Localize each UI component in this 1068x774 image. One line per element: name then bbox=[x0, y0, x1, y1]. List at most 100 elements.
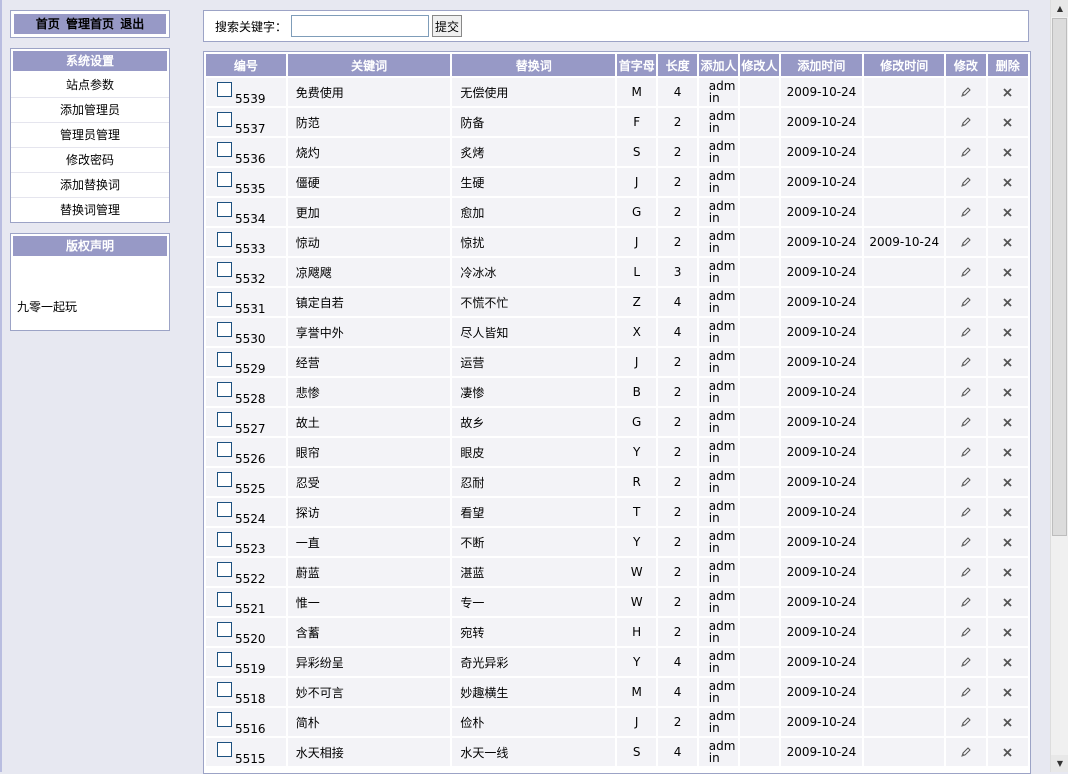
sidebar-item-add-admin[interactable]: 添加管理员 bbox=[11, 98, 169, 123]
cell-edit[interactable] bbox=[946, 348, 986, 376]
row-checkbox[interactable] bbox=[217, 712, 232, 727]
pencil-icon[interactable] bbox=[946, 416, 985, 428]
cell-delete[interactable] bbox=[987, 648, 1028, 676]
row-checkbox[interactable] bbox=[217, 82, 232, 97]
sidebar-item-admin-manage[interactable]: 管理员管理 bbox=[11, 123, 169, 148]
cell-delete[interactable] bbox=[987, 78, 1028, 106]
cell-delete[interactable] bbox=[987, 378, 1028, 406]
x-icon[interactable] bbox=[988, 627, 1028, 638]
x-icon[interactable] bbox=[988, 687, 1028, 698]
cell-edit[interactable] bbox=[946, 138, 986, 166]
pencil-icon[interactable] bbox=[946, 596, 985, 608]
cell-delete[interactable] bbox=[987, 228, 1028, 256]
cell-delete[interactable] bbox=[987, 618, 1028, 646]
x-icon[interactable] bbox=[988, 327, 1028, 338]
pencil-icon[interactable] bbox=[946, 446, 985, 458]
pencil-icon[interactable] bbox=[946, 386, 985, 398]
cell-edit[interactable] bbox=[946, 198, 986, 226]
sidebar-item-add-replace-word[interactable]: 添加替换词 bbox=[11, 173, 169, 198]
pencil-icon[interactable] bbox=[946, 296, 985, 308]
x-icon[interactable] bbox=[988, 177, 1028, 188]
cell-delete[interactable] bbox=[987, 588, 1028, 616]
pencil-icon[interactable] bbox=[946, 266, 985, 278]
page-scrollbar[interactable]: ▲ ▼ bbox=[1050, 0, 1068, 772]
row-checkbox[interactable] bbox=[217, 622, 232, 637]
x-icon[interactable] bbox=[988, 237, 1028, 248]
cell-edit[interactable] bbox=[946, 558, 986, 586]
pencil-icon[interactable] bbox=[946, 626, 985, 638]
cell-edit[interactable] bbox=[946, 498, 986, 526]
x-icon[interactable] bbox=[988, 447, 1028, 458]
row-checkbox[interactable] bbox=[217, 352, 232, 367]
cell-edit[interactable] bbox=[946, 678, 986, 706]
cell-edit[interactable] bbox=[946, 468, 986, 496]
row-checkbox[interactable] bbox=[217, 532, 232, 547]
row-checkbox[interactable] bbox=[217, 202, 232, 217]
cell-delete[interactable] bbox=[987, 738, 1028, 766]
row-checkbox[interactable] bbox=[217, 232, 232, 247]
cell-edit[interactable] bbox=[946, 228, 986, 256]
pencil-icon[interactable] bbox=[946, 146, 985, 158]
cell-edit[interactable] bbox=[946, 108, 986, 136]
x-icon[interactable] bbox=[988, 117, 1028, 128]
pencil-icon[interactable] bbox=[946, 536, 985, 548]
x-icon[interactable] bbox=[988, 537, 1028, 548]
cell-delete[interactable] bbox=[987, 288, 1028, 316]
cell-delete[interactable] bbox=[987, 108, 1028, 136]
cell-delete[interactable] bbox=[987, 498, 1028, 526]
sidebar-item-replace-word-manage[interactable]: 替换词管理 bbox=[11, 198, 169, 222]
cell-edit[interactable] bbox=[946, 168, 986, 196]
sidebar-item-site-params[interactable]: 站点参数 bbox=[11, 73, 169, 98]
scroll-up-icon[interactable]: ▲ bbox=[1051, 0, 1068, 17]
pencil-icon[interactable] bbox=[946, 656, 985, 668]
cell-delete[interactable] bbox=[987, 678, 1028, 706]
pencil-icon[interactable] bbox=[946, 206, 985, 218]
x-icon[interactable] bbox=[988, 387, 1028, 398]
pencil-icon[interactable] bbox=[946, 236, 985, 248]
cell-edit[interactable] bbox=[946, 648, 986, 676]
row-checkbox[interactable] bbox=[217, 382, 232, 397]
admin-home-link[interactable]: 管理首页 bbox=[66, 17, 114, 31]
x-icon[interactable] bbox=[988, 417, 1028, 428]
row-checkbox[interactable] bbox=[217, 742, 232, 757]
x-icon[interactable] bbox=[988, 357, 1028, 368]
cell-edit[interactable] bbox=[946, 318, 986, 346]
pencil-icon[interactable] bbox=[946, 746, 985, 758]
cell-edit[interactable] bbox=[946, 258, 986, 286]
pencil-icon[interactable] bbox=[946, 176, 985, 188]
x-icon[interactable] bbox=[988, 267, 1028, 278]
row-checkbox[interactable] bbox=[217, 562, 232, 577]
cell-delete[interactable] bbox=[987, 528, 1028, 556]
pencil-icon[interactable] bbox=[946, 566, 985, 578]
sidebar-item-change-password[interactable]: 修改密码 bbox=[11, 148, 169, 173]
row-checkbox[interactable] bbox=[217, 502, 232, 517]
row-checkbox[interactable] bbox=[217, 142, 232, 157]
search-input[interactable] bbox=[291, 15, 430, 37]
cell-delete[interactable] bbox=[987, 348, 1028, 376]
pencil-icon[interactable] bbox=[946, 506, 985, 518]
cell-edit[interactable] bbox=[946, 618, 986, 646]
cell-delete[interactable] bbox=[987, 708, 1028, 736]
row-checkbox[interactable] bbox=[217, 322, 232, 337]
cell-delete[interactable] bbox=[987, 438, 1028, 466]
x-icon[interactable] bbox=[988, 207, 1028, 218]
pencil-icon[interactable] bbox=[946, 476, 985, 488]
cell-edit[interactable] bbox=[946, 408, 986, 436]
row-checkbox[interactable] bbox=[217, 292, 232, 307]
pencil-icon[interactable] bbox=[946, 116, 985, 128]
scroll-thumb[interactable] bbox=[1052, 18, 1067, 536]
x-icon[interactable] bbox=[988, 597, 1028, 608]
row-checkbox[interactable] bbox=[217, 112, 232, 127]
row-checkbox[interactable] bbox=[217, 442, 232, 457]
x-icon[interactable] bbox=[988, 507, 1028, 518]
x-icon[interactable] bbox=[988, 567, 1028, 578]
pencil-icon[interactable] bbox=[946, 686, 985, 698]
cell-delete[interactable] bbox=[987, 138, 1028, 166]
x-icon[interactable] bbox=[988, 297, 1028, 308]
cell-edit[interactable] bbox=[946, 438, 986, 466]
cell-edit[interactable] bbox=[946, 708, 986, 736]
cell-edit[interactable] bbox=[946, 528, 986, 556]
scroll-down-icon[interactable]: ▼ bbox=[1051, 755, 1068, 772]
row-checkbox[interactable] bbox=[217, 172, 232, 187]
x-icon[interactable] bbox=[988, 147, 1028, 158]
